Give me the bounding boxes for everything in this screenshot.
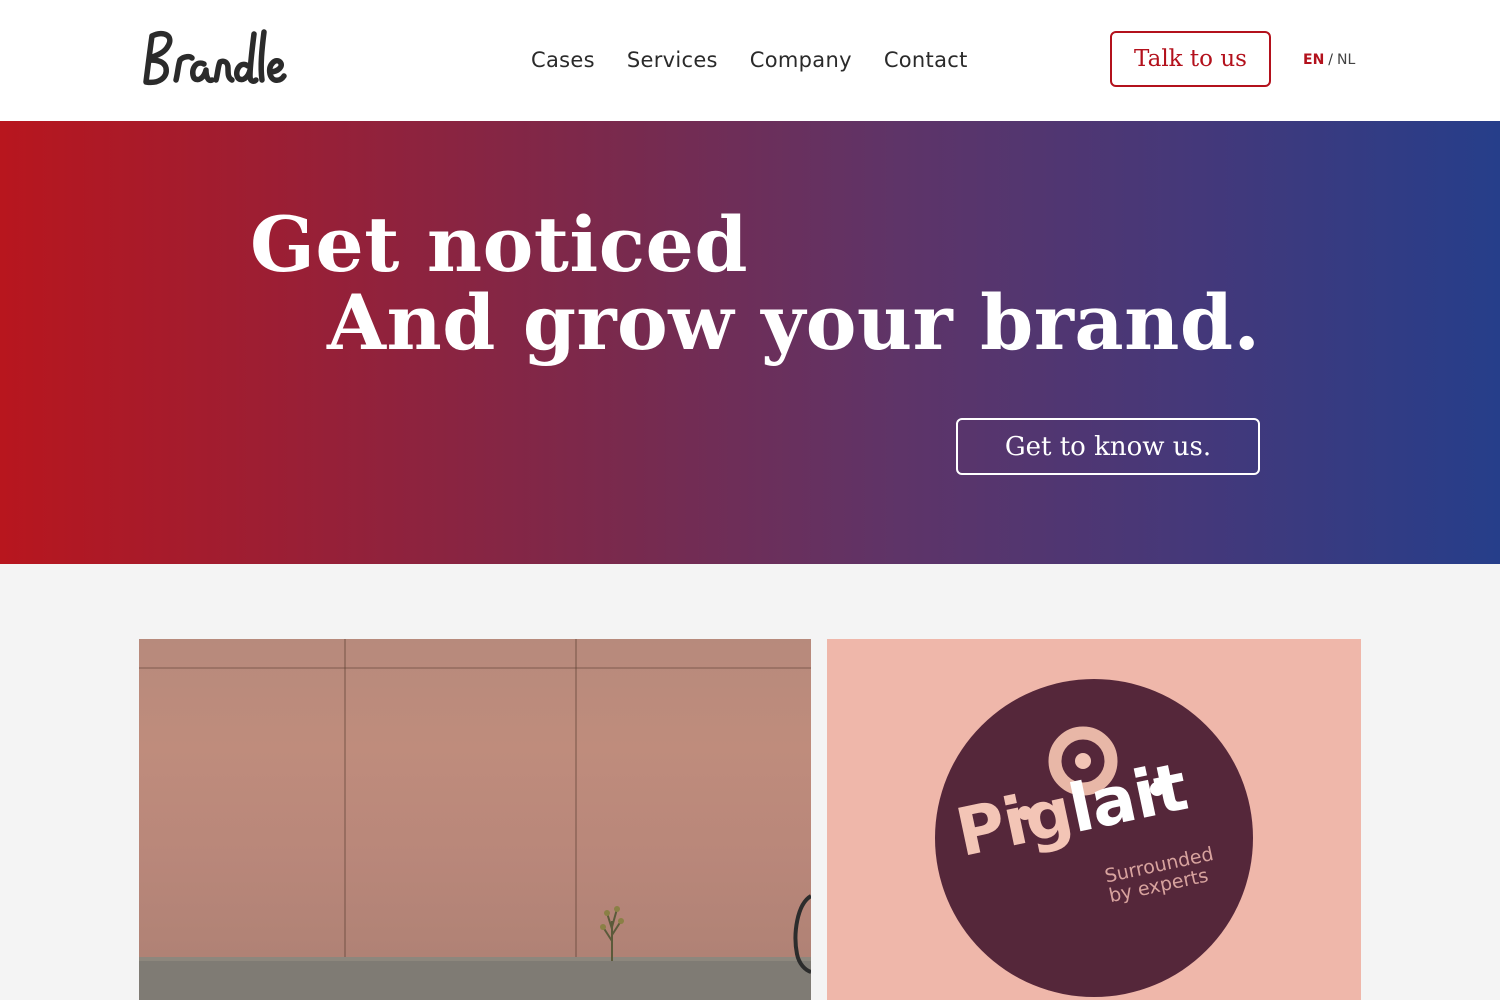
- bicycle-wheel-image: [793, 894, 811, 974]
- nav-cases[interactable]: Cases: [531, 46, 595, 74]
- talk-to-us-button[interactable]: Talk to us: [1110, 31, 1271, 87]
- hero-headline-line1: Get noticed: [250, 200, 749, 289]
- case-card-wall-photo[interactable]: [139, 639, 811, 1000]
- piglait-badge: Piglait Surrounded by experts: [935, 679, 1253, 997]
- get-to-know-us-button[interactable]: Get to know us.: [956, 418, 1260, 475]
- language-switcher: EN / NL: [1303, 52, 1355, 68]
- wall-joint: [575, 639, 577, 957]
- brand-logo[interactable]: [138, 26, 288, 92]
- nav-contact[interactable]: Contact: [884, 46, 968, 74]
- weed-image: [600, 906, 624, 961]
- nav-services[interactable]: Services: [627, 46, 718, 74]
- brandle-logo-mark: [143, 29, 287, 86]
- lang-en[interactable]: EN: [1303, 52, 1324, 68]
- hero-banner: Get noticed And grow your brand. Get to …: [0, 121, 1500, 564]
- main-nav: Cases Services Company Contact: [531, 46, 1000, 74]
- lang-nl[interactable]: NL: [1337, 52, 1355, 68]
- pavement: [139, 961, 811, 1000]
- site-header: Cases Services Company Contact Talk to u…: [0, 0, 1500, 121]
- wall-joint: [344, 639, 346, 957]
- hero-headline-line2: And grow your brand.: [327, 278, 1261, 367]
- case-card-piglait[interactable]: Piglait Surrounded by experts: [827, 639, 1361, 1000]
- wall-seam: [139, 667, 811, 669]
- nav-company[interactable]: Company: [750, 46, 852, 74]
- lang-separator: /: [1328, 52, 1333, 68]
